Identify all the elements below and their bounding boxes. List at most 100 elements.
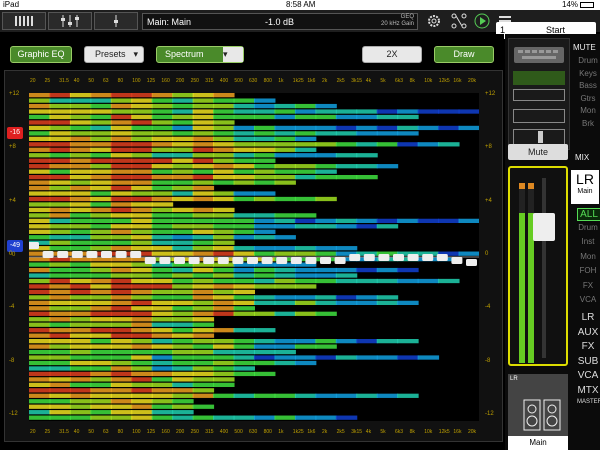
eq-band-handle[interactable] — [466, 259, 477, 266]
mix-type-mtx[interactable]: MTX — [577, 385, 599, 396]
eq-band-handle[interactable] — [305, 257, 317, 264]
gain-slider[interactable] — [513, 129, 565, 145]
spectrum-heatmap — [29, 93, 479, 420]
mix-lr-button[interactable]: LR Main — [571, 170, 599, 204]
eq-band-handle[interactable] — [86, 251, 98, 258]
mute-group-gtrs[interactable]: Gtrs — [577, 94, 599, 103]
gear-icon[interactable] — [426, 13, 442, 29]
freq-label: 8k — [409, 78, 415, 84]
eq-band-handle[interactable] — [276, 257, 288, 264]
eq-band-handle[interactable] — [174, 257, 185, 264]
eq-band-handle[interactable] — [29, 242, 39, 249]
spectrum-plot[interactable] — [29, 93, 479, 421]
eq-band-handle[interactable] — [378, 254, 390, 261]
eq-band-handle[interactable] — [71, 251, 83, 258]
freq-label: 10k — [424, 429, 433, 435]
db-label: -4 — [485, 304, 491, 311]
mixer-view-button[interactable] — [2, 12, 46, 30]
freq-label: 500 — [234, 429, 243, 435]
draw-button[interactable]: Draw — [434, 46, 494, 63]
eq-band-handle[interactable] — [101, 251, 112, 258]
mix-type-lr[interactable]: LR — [577, 312, 599, 323]
mix-type-sub[interactable]: SUB — [577, 356, 599, 367]
eq-band-handle[interactable] — [363, 254, 375, 261]
mix-type-vca[interactable]: VCA — [577, 370, 599, 381]
2x-button[interactable]: 2X — [362, 46, 422, 63]
eq-band-handle[interactable] — [320, 257, 331, 264]
eq-band-handle[interactable] — [290, 257, 302, 264]
battery-icon — [580, 2, 594, 8]
eq-band-handle[interactable] — [451, 257, 463, 264]
mix-filter-mon[interactable]: Mon — [577, 252, 599, 261]
eq-band-handle[interactable] — [407, 254, 419, 261]
eq-band-handle[interactable] — [393, 254, 404, 261]
eq-band-handle[interactable] — [217, 257, 229, 264]
spectrum-graph[interactable]: -16 -49 0 20 20 25 25 31.5 31.5 40 40 50 50 63 63 80… — [4, 70, 503, 442]
mute-group-keys[interactable]: Keys — [577, 69, 599, 78]
eq-band-handle[interactable] — [436, 254, 448, 261]
mix-thumbnail[interactable]: LR — [508, 374, 568, 436]
eq-band-handle[interactable] — [188, 257, 200, 264]
eq-thumbnail[interactable] — [513, 71, 565, 85]
peak-marker-top: -16 — [7, 127, 23, 139]
mute-group-brk[interactable]: Brk — [577, 119, 599, 128]
freq-label: 100 — [132, 78, 141, 84]
geq-info: GEQ 20 kHz Gain — [380, 14, 414, 27]
speaker-icon — [523, 399, 561, 431]
mute-group-mon[interactable]: Mon — [577, 106, 599, 115]
eq-band-handle[interactable] — [115, 251, 127, 258]
eq-band-handle[interactable] — [247, 257, 258, 264]
freq-label: 63 — [103, 429, 109, 435]
mix-filter-fx[interactable]: FX — [577, 281, 599, 290]
db-label: +12 — [9, 91, 20, 97]
meter-left — [519, 183, 525, 363]
play-icon[interactable] — [474, 13, 490, 29]
fader-thumbnail[interactable] — [513, 89, 565, 101]
freq-label: 125 — [146, 429, 156, 435]
eq-band-handle[interactable] — [203, 257, 215, 264]
keyboard-icon[interactable] — [510, 45, 568, 65]
faders-view-button[interactable] — [48, 12, 92, 30]
mute-button[interactable]: Mute — [508, 144, 568, 160]
spectrum-dropdown[interactable]: Spectrum ▾ — [156, 46, 244, 63]
pan-thumbnail[interactable] — [513, 109, 565, 123]
slider-handle[interactable] — [538, 131, 543, 143]
mute-group-bass[interactable]: Bass — [577, 81, 599, 90]
eq-band-handle[interactable] — [422, 254, 434, 261]
mix-filter-drum[interactable]: Drum — [577, 223, 599, 232]
mix-type-fx[interactable]: FX — [577, 341, 599, 352]
presets-dropdown[interactable]: Presets ▾ — [84, 46, 144, 63]
mix-filter-inst[interactable]: Inst — [577, 237, 599, 246]
db-label: +8 — [485, 144, 492, 151]
mix-type-aux[interactable]: AUX — [577, 327, 599, 338]
mute-group-drum[interactable]: Drum — [577, 56, 599, 65]
fader-knob[interactable] — [533, 213, 555, 241]
mixer-icon — [15, 16, 33, 26]
mix-filter-vca[interactable]: VCA — [577, 295, 599, 304]
eq-band-handle[interactable] — [144, 257, 156, 264]
eq-band-handle[interactable] — [334, 257, 346, 264]
freq-label: 40 — [73, 78, 80, 84]
eq-band-handle[interactable] — [57, 251, 69, 258]
chevron-down-icon: ▾ — [133, 49, 138, 59]
single-fader-button[interactable] — [94, 12, 138, 30]
eq-band-handle[interactable] — [159, 257, 171, 264]
mix-filter-all[interactable]: ALL — [577, 208, 600, 221]
graphic-eq-button[interactable]: Graphic EQ — [10, 46, 72, 63]
freq-label: 1k — [278, 78, 284, 84]
routing-icon[interactable] — [451, 13, 467, 29]
mix-display[interactable]: Main: Main -1.0 dB GEQ 20 kHz Gain — [142, 13, 418, 30]
eq-band-handle[interactable] — [349, 254, 361, 261]
eq-band-handle[interactable] — [232, 257, 244, 264]
db-label: +4 — [9, 197, 16, 204]
mix-filter-foh[interactable]: FOH — [577, 266, 599, 275]
eq-band-handle[interactable] — [130, 251, 142, 258]
db-label: 0 — [9, 251, 13, 257]
mix-type-masters[interactable]: MASTERS — [577, 399, 600, 405]
eq-band-handle[interactable] — [42, 251, 54, 258]
freq-label: 2k — [322, 78, 328, 84]
meter-right — [528, 183, 534, 363]
freq-label: 2k — [322, 429, 328, 435]
chevron-down-icon: ▾ — [223, 47, 243, 62]
eq-band-handle[interactable] — [261, 257, 273, 264]
